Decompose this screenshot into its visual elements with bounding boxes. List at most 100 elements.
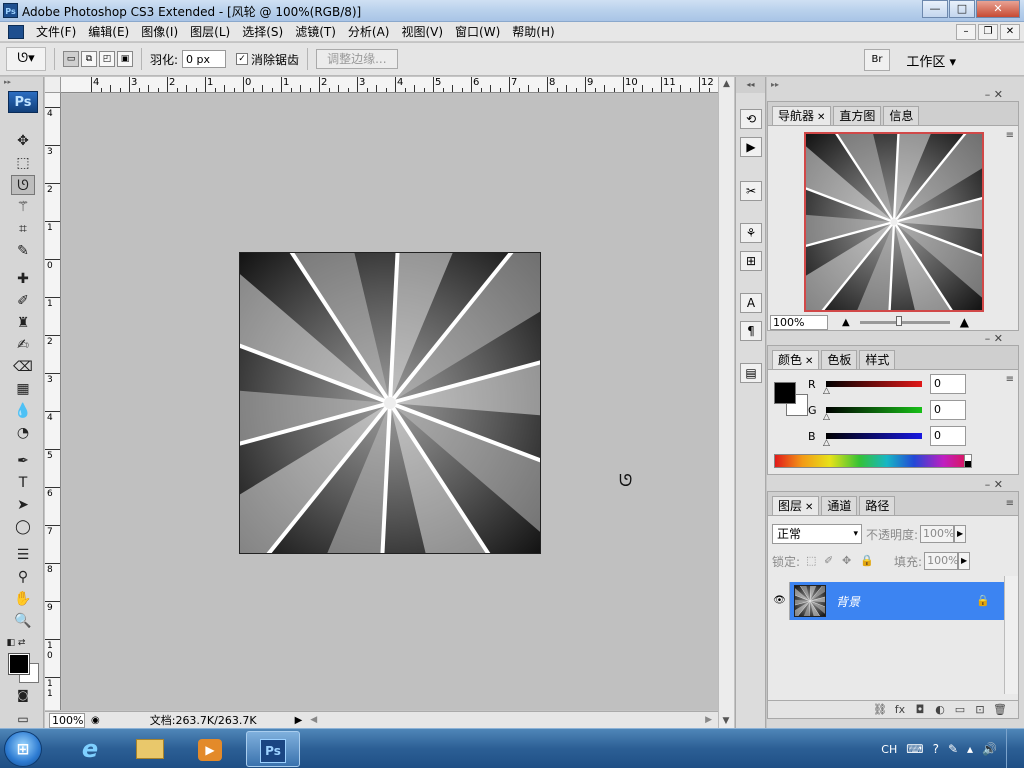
new-layer-icon[interactable]: ⊡ [970, 703, 990, 716]
photoshop-app-icon[interactable]: Ps [3, 3, 18, 18]
gradient-tool-icon[interactable]: ▦ [11, 379, 35, 399]
close-button[interactable]: ✕ [976, 0, 1020, 18]
vertical-scrollbar[interactable]: ▲ ▼ [718, 77, 734, 728]
clone-source-icon[interactable]: ⊞ [740, 251, 762, 271]
zoom-out-icon[interactable]: ▲ [842, 317, 850, 328]
tab-swatches[interactable]: 色板 [821, 350, 858, 369]
notes-tool-icon[interactable]: ☰ [11, 545, 35, 565]
maximize-button[interactable]: □ [949, 0, 975, 18]
magic-wand-tool-icon[interactable]: ⚚ [11, 197, 35, 217]
lasso-tool-icon[interactable]: ᘎ [11, 175, 35, 195]
healing-brush-tool-icon[interactable]: ✚ [11, 269, 35, 289]
layers-scrollbar[interactable] [1004, 576, 1018, 694]
foreground-color-swatch[interactable] [8, 653, 30, 675]
panel-minimize-icon[interactable]: – ✕ [985, 478, 1003, 491]
panel-menu-icon[interactable]: ≡ [1006, 374, 1014, 385]
show-desktop-button[interactable] [1006, 729, 1016, 768]
layer-style-icon[interactable]: fx [890, 703, 910, 716]
document-image[interactable] [239, 252, 541, 554]
start-button[interactable]: ⊞ [4, 731, 42, 767]
canvas-area[interactable]: ᘎ [62, 94, 718, 710]
add-selection-icon[interactable]: ⧉ [81, 51, 97, 67]
eraser-tool-icon[interactable]: ⌫ [11, 357, 35, 377]
move-tool-icon[interactable]: ✥ [11, 131, 35, 151]
tray-expand-icon[interactable]: ▴ [967, 742, 973, 756]
history-panel-icon[interactable]: ⟲ [740, 109, 762, 129]
tab-histogram[interactable]: 直方图 [833, 106, 882, 125]
pen-tool-icon[interactable]: ✒ [11, 451, 35, 471]
blur-tool-icon[interactable]: 💧 [11, 401, 35, 421]
trash-icon[interactable]: 🗑 [990, 703, 1010, 716]
media-player-icon[interactable]: ▶ [184, 731, 236, 767]
blue-value-input[interactable]: 0 [930, 426, 966, 446]
scroll-up-icon[interactable]: ▲ [719, 77, 734, 91]
menu-window[interactable]: 窗口(W) [449, 22, 506, 42]
status-menu-icon[interactable]: ◉ [91, 715, 100, 726]
dock-collapse-icon[interactable]: ◂◂ [736, 77, 765, 93]
tab-styles[interactable]: 样式 [859, 350, 896, 369]
tab-channels[interactable]: 通道 [821, 496, 858, 515]
quick-mask-icon[interactable]: ◙ [11, 685, 35, 705]
scroll-left-icon[interactable]: ◀ [310, 715, 317, 725]
zoom-slider[interactable] [859, 315, 950, 326]
intersect-selection-icon[interactable]: ▣ [117, 51, 133, 67]
actions-panel-icon[interactable]: ▶ [740, 137, 762, 157]
green-slider[interactable]: △ [823, 407, 922, 422]
zoom-level-field[interactable]: 100% [49, 712, 85, 728]
eyedropper-tool-icon[interactable]: ⚲ [11, 567, 35, 587]
tab-layers[interactable]: 图层 ✕ [772, 496, 820, 515]
marquee-tool-icon[interactable]: ⬚ [11, 153, 35, 173]
eye-icon[interactable]: 👁 [770, 582, 790, 620]
lasso-tool-preset-icon[interactable]: ᘎ▾ [6, 47, 46, 71]
lock-position-icon[interactable]: ✥ [842, 555, 854, 567]
menu-help[interactable]: 帮助(H) [506, 22, 560, 42]
slice-tool-icon[interactable]: ✎ [11, 241, 35, 261]
navigator-zoom-field[interactable]: 100% [770, 314, 828, 330]
panel-menu-icon[interactable]: ≡ [1006, 130, 1014, 141]
menu-filter[interactable]: 滤镜(T) [289, 22, 342, 42]
new-group-icon[interactable]: ▭ [950, 703, 970, 716]
dodge-tool-icon[interactable]: ◔ [11, 423, 35, 443]
layer-name[interactable]: 背景 [836, 593, 860, 610]
document-icon[interactable] [8, 24, 24, 39]
tab-paths[interactable]: 路径 [859, 496, 896, 515]
ruler-origin[interactable] [45, 77, 61, 93]
keyboard-icon[interactable]: ⌨ [906, 742, 923, 756]
green-slider-handle[interactable]: △ [823, 413, 830, 422]
color-spectrum-bar[interactable] [774, 454, 972, 468]
fill-input[interactable]: 100% [924, 552, 959, 570]
type-tool-icon[interactable]: T [11, 473, 35, 493]
minimize-button[interactable]: — [922, 0, 948, 18]
green-value-input[interactable]: 0 [930, 400, 966, 420]
ellipse-tool-icon[interactable]: ◯ [11, 517, 35, 537]
opacity-arrow-icon[interactable]: ▶ [954, 525, 967, 543]
hand-tool-icon[interactable]: ✋ [11, 589, 35, 609]
menu-image[interactable]: 图像(I) [135, 22, 184, 42]
zoom-tool-icon[interactable]: 🔍 [11, 611, 35, 631]
subtract-selection-icon[interactable]: ◰ [99, 51, 115, 67]
character-panel-icon[interactable]: A [740, 293, 762, 313]
feather-input[interactable] [182, 50, 227, 68]
bridge-icon[interactable]: Br [864, 49, 890, 71]
path-selection-tool-icon[interactable]: ➤ [11, 495, 35, 515]
navigator-thumbnail[interactable] [804, 132, 984, 312]
fill-arrow-icon[interactable]: ▶ [958, 552, 971, 570]
lock-all-icon[interactable]: 🔒 [860, 555, 874, 567]
tab-color[interactable]: 颜色 ✕ [772, 350, 820, 369]
tool-presets-icon[interactable]: ✂ [740, 181, 762, 201]
explorer-folder-icon[interactable] [124, 731, 176, 767]
panel-minimize-icon[interactable]: – ✕ [985, 332, 1003, 345]
scroll-down-icon[interactable]: ▼ [719, 714, 733, 728]
link-layers-icon[interactable]: ⛓ [870, 703, 890, 716]
history-brush-tool-icon[interactable]: ✍ [11, 335, 35, 355]
doc-minimize-button[interactable]: – [956, 24, 976, 40]
red-slider[interactable]: △ [823, 381, 922, 396]
language-indicator[interactable]: CH [881, 743, 897, 756]
red-value-input[interactable]: 0 [930, 374, 966, 394]
layer-row-background[interactable]: 👁 背景 🔒 [770, 582, 1004, 620]
black-white-ramp[interactable] [964, 454, 972, 468]
blue-slider-handle[interactable]: △ [823, 439, 830, 448]
photoshop-taskbar-button[interactable]: Ps [246, 731, 300, 767]
lock-transparency-icon[interactable]: ⬚ [806, 555, 818, 567]
blue-slider[interactable]: △ [823, 433, 922, 448]
